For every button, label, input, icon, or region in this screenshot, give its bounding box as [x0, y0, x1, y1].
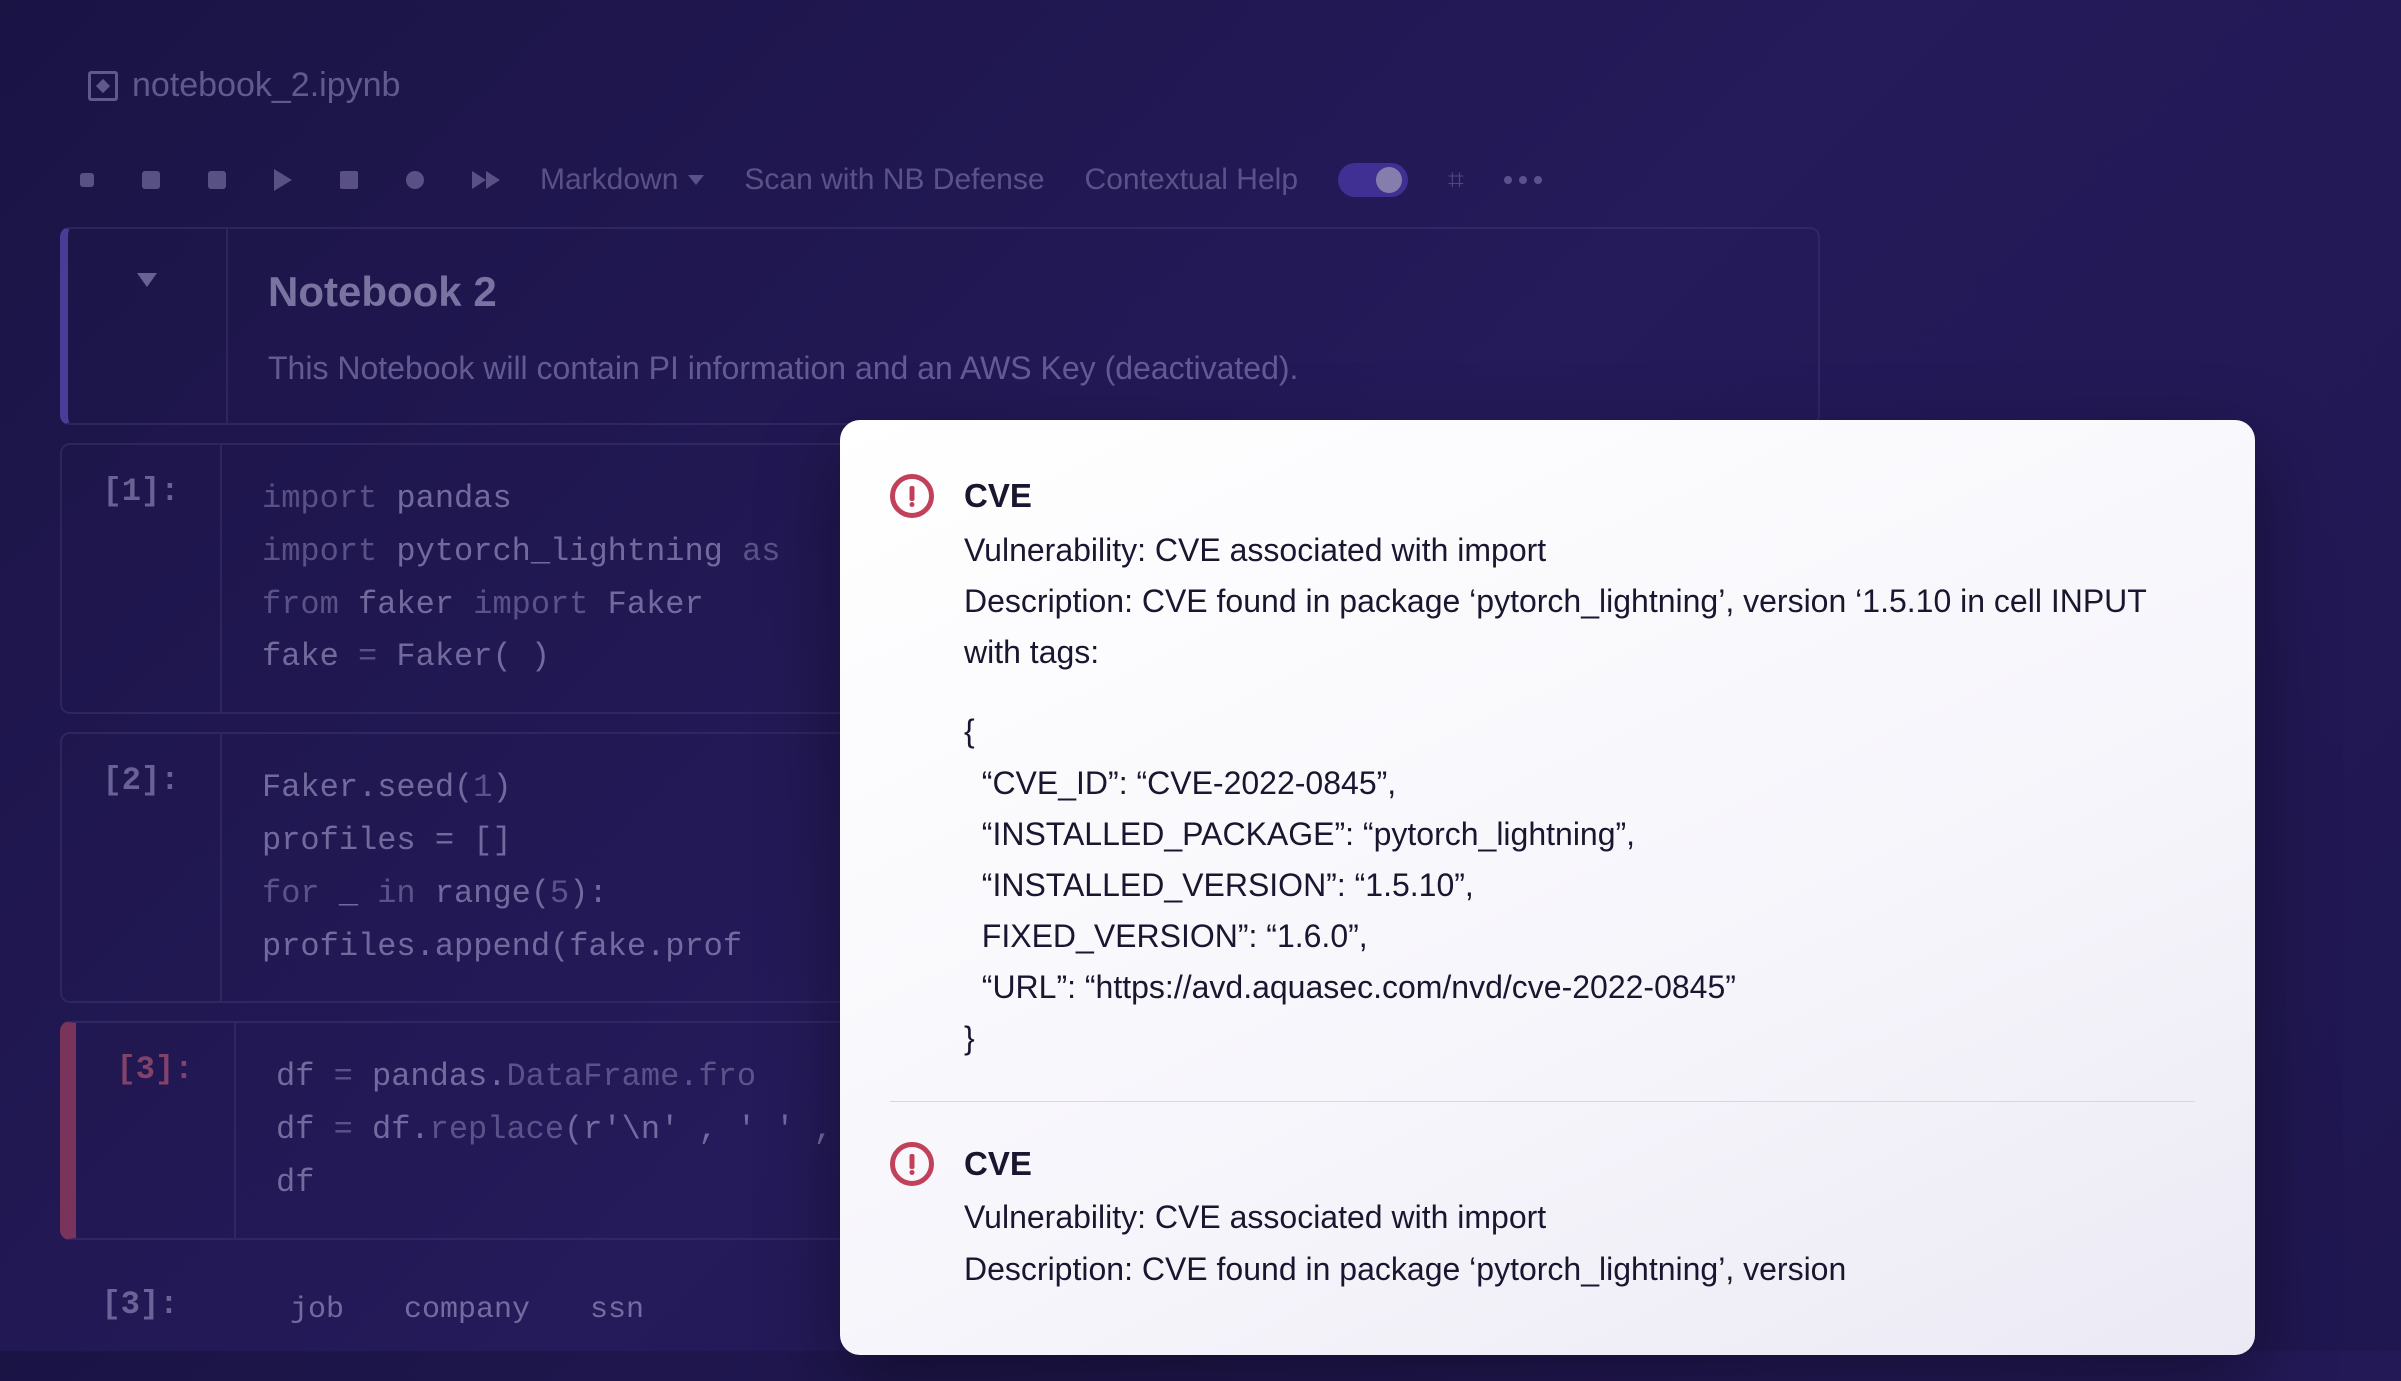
cell-prompt: [3]:	[60, 1258, 220, 1364]
cell-type-label: Markdown	[540, 163, 678, 197]
issue-description: Description: CVE found in package ‘pytor…	[964, 1244, 2195, 1295]
notebook-tab[interactable]: notebook_2.ipynb	[60, 50, 428, 121]
markdown-title: Notebook 2	[268, 257, 1298, 326]
column-header: ssn	[590, 1286, 644, 1336]
run-icon[interactable]	[274, 169, 292, 191]
markdown-subtitle: This Notebook will contain PI informatio…	[268, 342, 1298, 395]
cell-type-dropdown[interactable]: Markdown	[540, 163, 704, 197]
save-icon[interactable]	[80, 173, 94, 187]
issue-description: Description: CVE found in package ‘pytor…	[964, 576, 2195, 678]
issue-title: CVE	[964, 1138, 2195, 1191]
cell-body: df = pandas.DataFrame.fro df = df.replac…	[236, 1023, 931, 1237]
issue-item: CVE Vulnerability: CVE associated with i…	[890, 1138, 2195, 1331]
cell-prompt: [1]:	[62, 445, 222, 712]
issue-vulnerability: Vulnerability: CVE associated with impor…	[964, 525, 2195, 576]
alert-icon	[890, 1142, 934, 1186]
stop-icon[interactable]	[340, 171, 358, 189]
alert-icon	[890, 474, 934, 518]
column-header: job	[290, 1286, 344, 1336]
notebook-icon	[88, 71, 118, 101]
cut-cell-icon[interactable]	[208, 171, 226, 189]
tab-filename: notebook_2.ipynb	[132, 66, 400, 105]
issue-vulnerability: Vulnerability: CVE associated with impor…	[964, 1192, 2195, 1243]
restart-icon[interactable]	[406, 171, 424, 189]
output-body: job company ssn	[220, 1258, 684, 1364]
chevron-down-icon	[688, 175, 704, 185]
cell-prompt	[68, 229, 228, 423]
toolbar-icons	[80, 169, 500, 191]
insert-cell-icon[interactable]	[142, 171, 160, 189]
tab-bar: notebook_2.ipynb	[60, 50, 1880, 121]
toolbar: Markdown Scan with NB Defense Contextual…	[60, 153, 1880, 227]
settings-icon[interactable]: ⌗	[1448, 164, 1464, 197]
issue-title: CVE	[964, 470, 2195, 523]
run-all-icon[interactable]	[472, 171, 500, 189]
more-menu-icon[interactable]	[1504, 176, 1542, 184]
cell-body: Faker.seed(1) profiles = [] for _ in ran…	[222, 734, 782, 1001]
markdown-cell[interactable]: Notebook 2 This Notebook will contain PI…	[60, 227, 1820, 425]
expand-icon[interactable]	[137, 273, 157, 287]
cell-body: Notebook 2 This Notebook will contain PI…	[228, 229, 1338, 423]
column-header: company	[404, 1286, 530, 1336]
scan-button[interactable]: Scan with NB Defense	[744, 163, 1044, 197]
cell-prompt: [2]:	[62, 734, 222, 1001]
cell-body: import pandas import pytorch_lightning a…	[222, 445, 820, 712]
issue-code: { “CVE_ID”: “CVE-2022-0845”, “INSTALLED_…	[964, 706, 2195, 1064]
issue-item: CVE Vulnerability: CVE associated with i…	[890, 470, 2195, 1102]
contextual-help[interactable]: Contextual Help	[1085, 163, 1298, 197]
cell-prompt: [3]:	[76, 1023, 236, 1237]
help-toggle[interactable]	[1338, 163, 1408, 197]
vulnerability-popup: CVE Vulnerability: CVE associated with i…	[840, 420, 2255, 1355]
